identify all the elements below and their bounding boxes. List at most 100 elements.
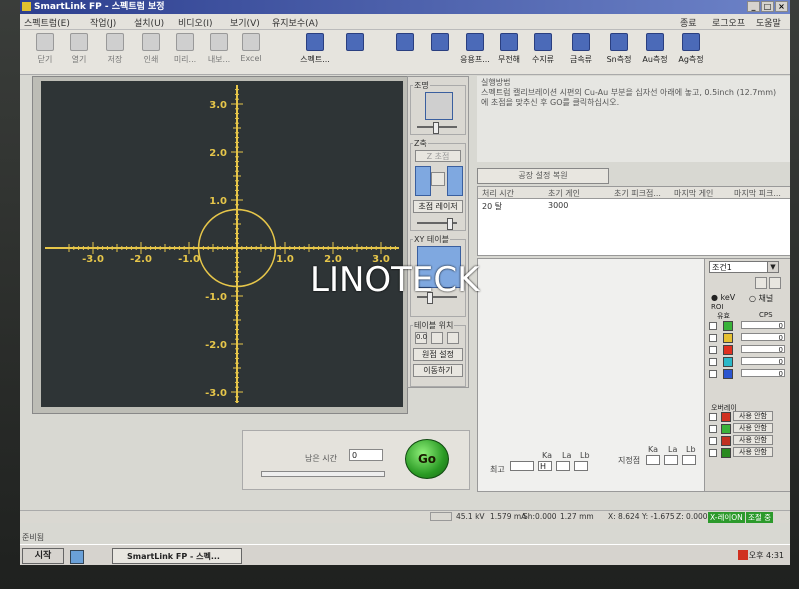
toolbar-button[interactable]: 인쇄 xyxy=(136,33,166,71)
stage-control-panel: 조명 Z축 Z 초점 초점 레이저 XY 테이블 테이블 위치 0.0 원점 설… xyxy=(407,76,469,388)
toolbar-button[interactable]: Ag측정 xyxy=(676,33,706,71)
roi-checkbox[interactable] xyxy=(709,334,717,342)
overlay-row[interactable]: 사용 안함 xyxy=(709,423,789,434)
z-center-button[interactable] xyxy=(431,172,445,186)
pos-grid-icon-1[interactable] xyxy=(431,332,443,344)
focus-laser-button[interactable]: 초점 레이저 xyxy=(413,200,463,213)
table-row[interactable]: 20 탈 3000 xyxy=(478,200,790,211)
menu-help[interactable]: 도움말 xyxy=(756,16,781,29)
menu-exit[interactable]: 종료 xyxy=(680,16,697,29)
roi-row[interactable]: 0 xyxy=(709,345,789,355)
status-mm: 1.27 mm xyxy=(560,512,594,521)
toolbar-button[interactable]: Excel xyxy=(236,33,266,71)
toolbar-button[interactable] xyxy=(425,33,455,71)
overlay-checkbox[interactable] xyxy=(709,437,717,445)
factory-reset-button[interactable]: 공장 설정 복원 xyxy=(477,168,609,184)
peak-box-3[interactable] xyxy=(556,461,570,471)
start-button[interactable]: 시작 xyxy=(22,548,64,564)
fix-box-3[interactable] xyxy=(682,455,696,465)
toolbar-tool-icon xyxy=(572,33,590,51)
status-xray-badge: X-레이ON xyxy=(708,512,745,523)
crosshair-plot[interactable]: -3.0 -2.0 -1.0 1.0 2.0 3.0 3.0 2.0 1.0 -1.0 -2.0 -3… xyxy=(41,81,403,407)
roi-row[interactable]: 0 xyxy=(709,321,789,331)
toolbar-tool-icon xyxy=(466,33,484,51)
y-tick-label: -2.0 xyxy=(205,340,227,351)
overlay-checkbox[interactable] xyxy=(709,449,717,457)
menu-maintenance[interactable]: 유지보수(A) xyxy=(272,16,318,29)
menu-video[interactable]: 비디오(I) xyxy=(178,16,213,29)
overlay-disable-button[interactable]: 사용 안함 xyxy=(733,447,773,457)
roi-checkbox[interactable] xyxy=(709,370,717,378)
menu-setup[interactable]: 설치(U) xyxy=(134,16,164,29)
toolbar-button-label: 닫기 xyxy=(37,55,53,64)
zoom-in-icon[interactable] xyxy=(755,277,767,289)
overlay-row[interactable]: 사용 안함 xyxy=(709,435,789,446)
toolbar-button[interactable]: 닫기 xyxy=(30,33,60,71)
overlay-checkbox[interactable] xyxy=(709,413,717,421)
condition-select[interactable]: 조건1 ▼ xyxy=(709,261,779,273)
toolbar-button-label: 열기 xyxy=(71,55,87,64)
channel-radio[interactable]: ○ 채널 xyxy=(749,293,773,304)
overlay-checkbox[interactable] xyxy=(709,425,717,433)
peak-box-1[interactable] xyxy=(510,461,534,471)
roi-checkbox[interactable] xyxy=(709,358,717,366)
overlay-disable-button[interactable]: 사용 안함 xyxy=(733,435,773,445)
toolbar-button[interactable]: 스펙트... xyxy=(300,33,330,71)
menu-spectrum[interactable]: 스펙트럼(E) xyxy=(24,16,70,29)
x-tick-label: -3.0 xyxy=(82,254,104,265)
light-slider[interactable] xyxy=(417,122,457,134)
menu-view[interactable]: 보기(V) xyxy=(230,16,260,29)
light-bulb-icon[interactable] xyxy=(425,92,453,120)
roi-row[interactable]: 0 xyxy=(709,357,789,367)
toolbar-button-label: Excel xyxy=(240,54,262,63)
kev-radio[interactable]: ● keV xyxy=(711,293,735,302)
overlay-row[interactable]: 사용 안함 xyxy=(709,447,789,458)
z-focus-button[interactable]: Z 초점 xyxy=(415,150,461,162)
col-initial-gain: 초기 게인 xyxy=(548,189,580,198)
close-button[interactable]: × xyxy=(775,1,788,12)
taskbar-app-button[interactable]: SmartLink FP - 스펙... xyxy=(112,548,242,564)
toolbar-button[interactable]: Sn측정 xyxy=(604,33,634,71)
toolbar-button[interactable]: 내보... xyxy=(204,33,234,71)
toolbar-button[interactable]: 무전해 xyxy=(494,33,524,71)
roi-row[interactable]: 0 xyxy=(709,369,789,379)
roi-row[interactable]: 0 xyxy=(709,333,789,343)
channel-label: 채널 xyxy=(758,294,774,303)
overlay-disable-button[interactable]: 사용 안함 xyxy=(733,411,773,421)
toolbar-button[interactable] xyxy=(340,33,370,71)
roi-checkbox[interactable] xyxy=(709,322,717,330)
z-up-fast-arrow-icon[interactable] xyxy=(415,166,431,196)
toolbar-button[interactable]: 저장 xyxy=(100,33,130,71)
zoom-out-icon[interactable] xyxy=(769,277,781,289)
tray-icon[interactable] xyxy=(738,550,748,560)
toolbar-button[interactable]: 열기 xyxy=(64,33,94,71)
z-slider[interactable] xyxy=(417,218,457,230)
overlay-row[interactable]: 사용 안함 xyxy=(709,411,789,422)
z-down-arrow-icon[interactable] xyxy=(447,166,463,196)
origin-set-button[interactable]: 원점 설정 xyxy=(413,348,463,361)
peak-box-4[interactable] xyxy=(574,461,588,471)
toolbar-button[interactable]: 미리... xyxy=(170,33,200,71)
toolbar-button[interactable]: Au측정 xyxy=(640,33,670,71)
roi-checkbox[interactable] xyxy=(709,346,717,354)
peak-box-h[interactable]: H xyxy=(538,461,552,471)
move-button[interactable]: 이동하기 xyxy=(413,364,463,377)
toolbar-button[interactable]: 수지류 xyxy=(528,33,558,71)
quicklaunch-icon[interactable] xyxy=(70,550,84,564)
x-tick-label: -1.0 xyxy=(178,254,200,265)
pos-grid-icon-2[interactable] xyxy=(447,332,459,344)
minimize-button[interactable]: _ xyxy=(747,1,760,12)
toolbar-button[interactable]: 응용프... xyxy=(460,33,490,71)
menu-logoff[interactable]: 로그오프 xyxy=(712,16,745,29)
toolbar-button[interactable] xyxy=(390,33,420,71)
overlay-disable-button[interactable]: 사용 안함 xyxy=(733,423,773,433)
maximize-button[interactable]: □ xyxy=(761,1,774,12)
toolbar-button[interactable]: 금속류 xyxy=(566,33,596,71)
toolbar-tool-icon xyxy=(106,33,124,51)
position-value[interactable]: 0.0 xyxy=(415,332,427,344)
menu-job[interactable]: 작업(J) xyxy=(90,16,116,29)
fix-box-1[interactable] xyxy=(646,455,660,465)
status-x: X: 8.624 xyxy=(608,512,640,521)
go-button[interactable]: Go xyxy=(405,439,449,479)
fix-box-2[interactable] xyxy=(664,455,678,465)
